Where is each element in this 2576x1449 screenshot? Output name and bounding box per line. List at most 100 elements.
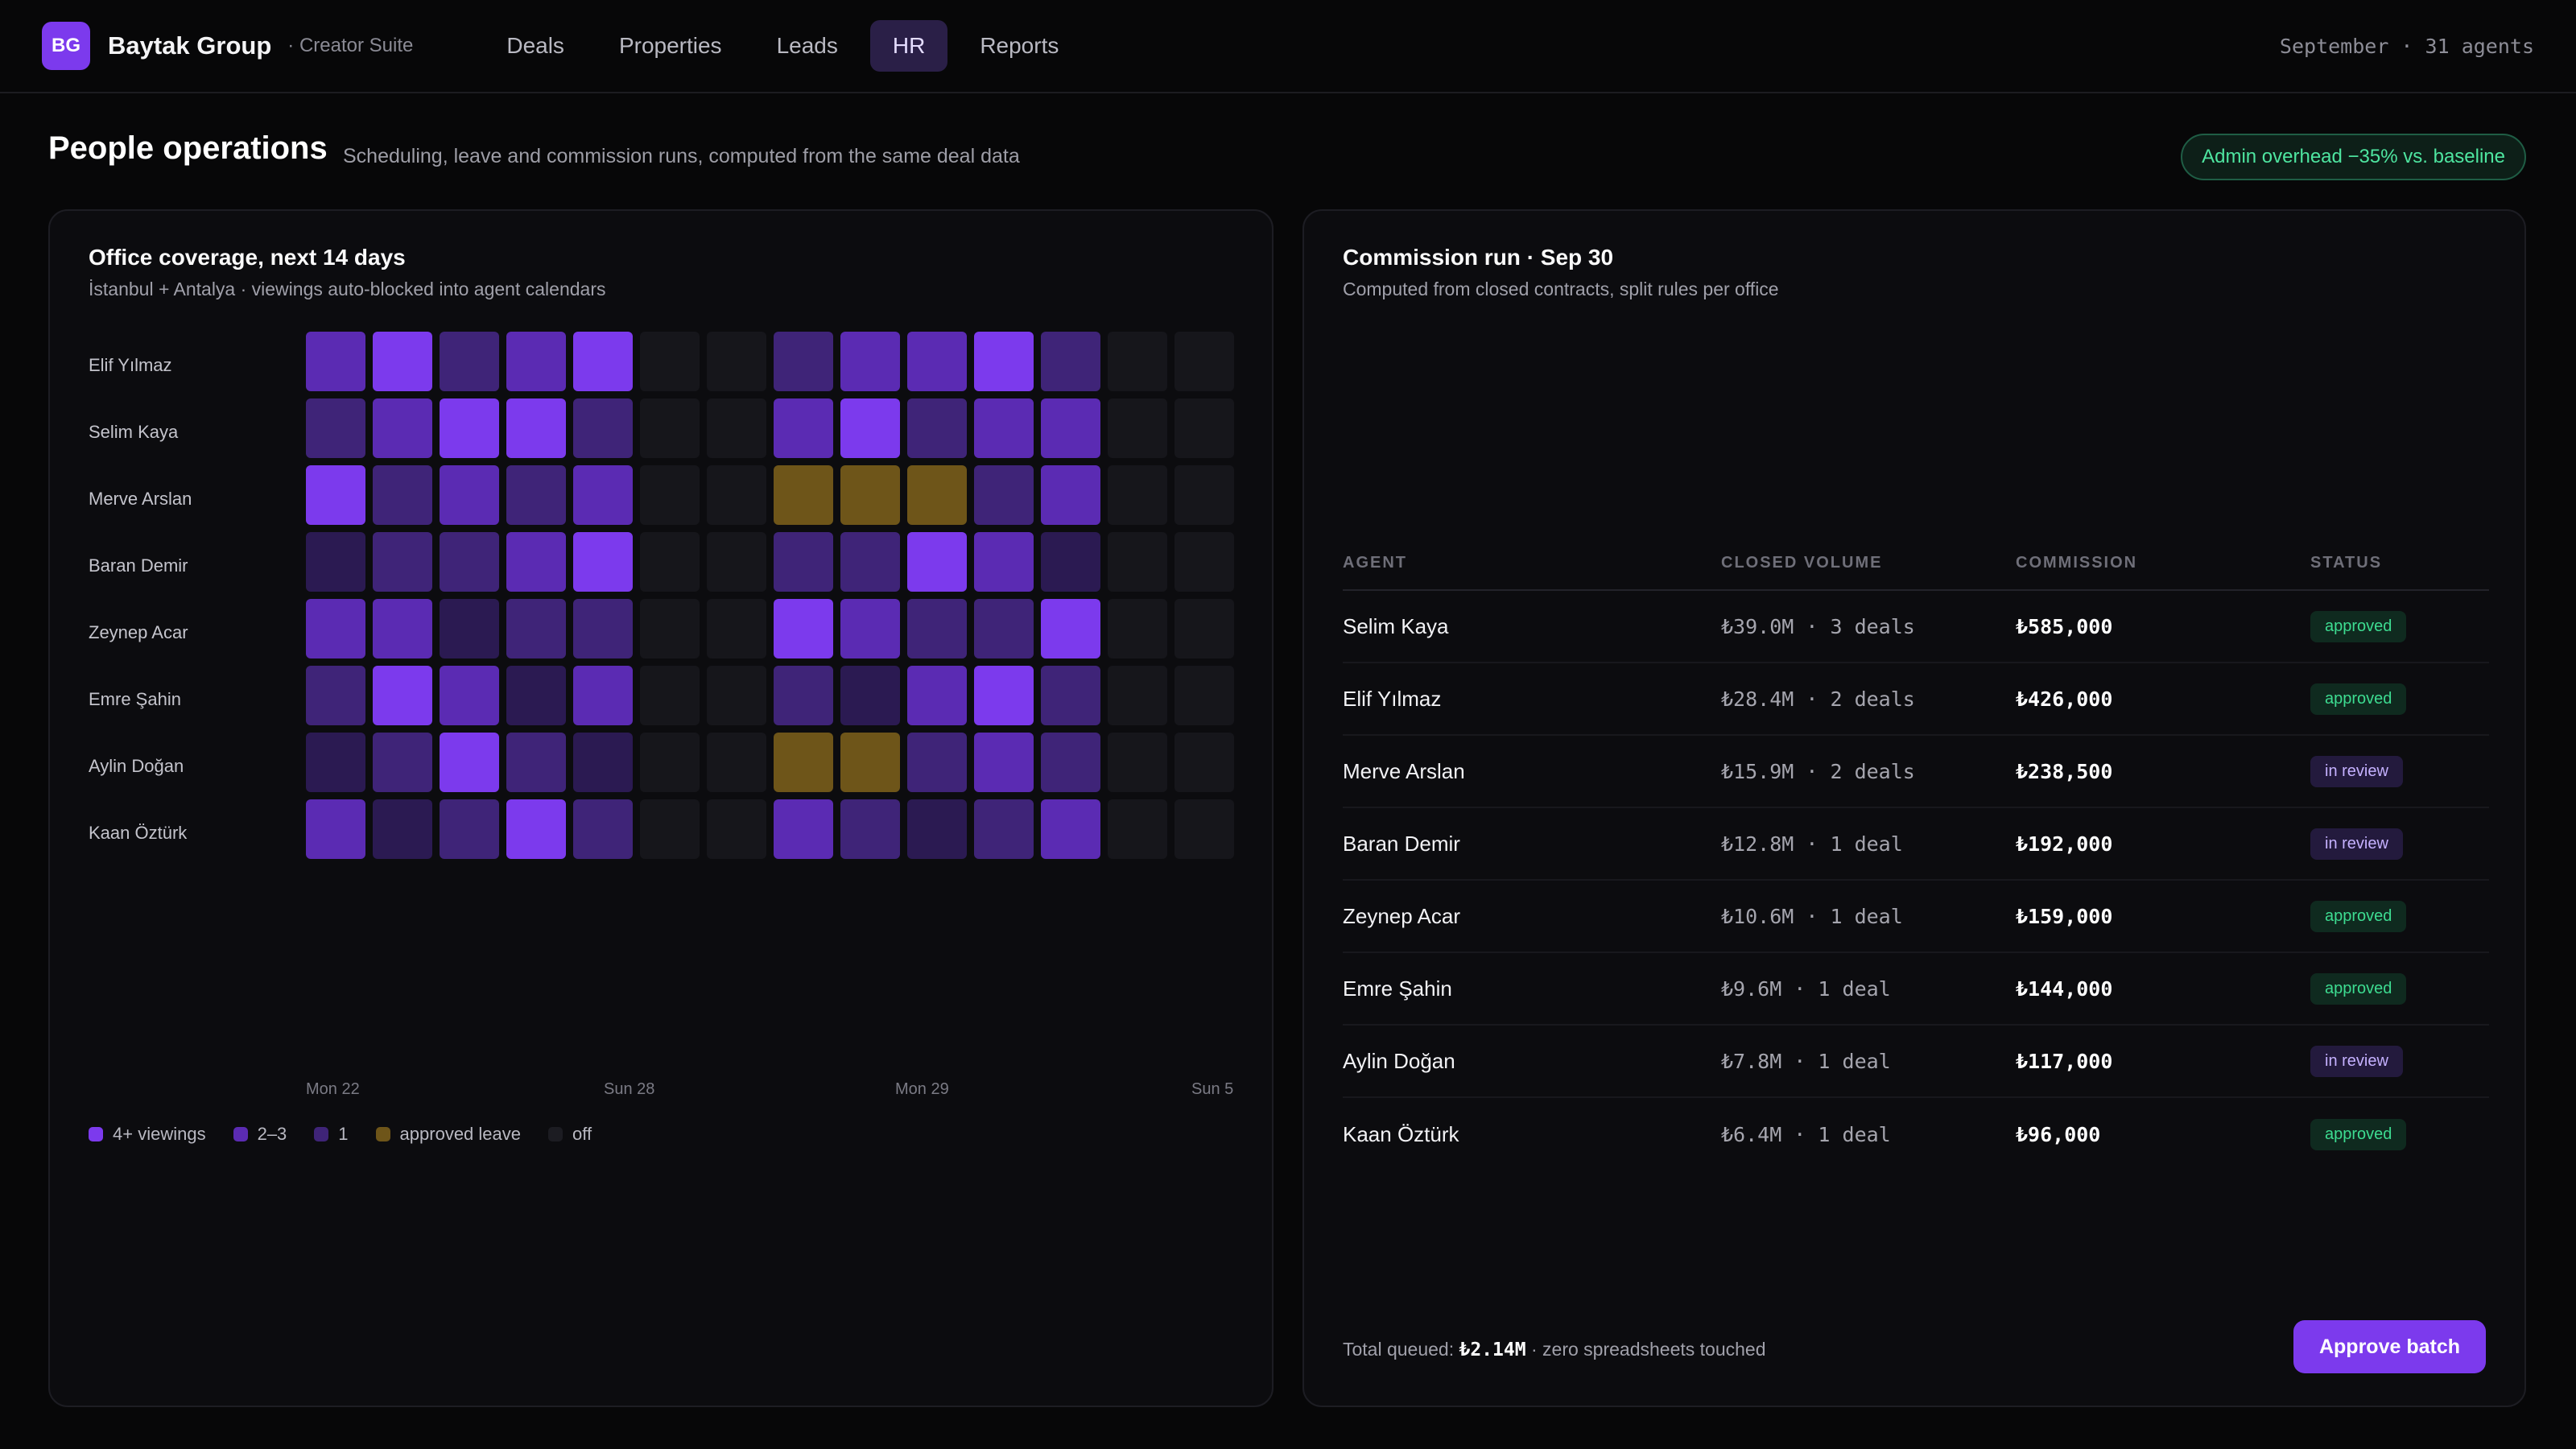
coverage-cell[interactable] — [306, 666, 365, 725]
coverage-cell[interactable] — [1108, 332, 1167, 391]
coverage-cell[interactable] — [640, 599, 700, 658]
coverage-cell[interactable] — [506, 398, 566, 458]
coverage-cell[interactable] — [707, 733, 766, 792]
coverage-cell[interactable] — [640, 532, 700, 592]
coverage-cell[interactable] — [306, 599, 365, 658]
coverage-cell[interactable] — [440, 332, 499, 391]
coverage-cell[interactable] — [774, 532, 833, 592]
coverage-cell[interactable] — [974, 733, 1034, 792]
coverage-cell[interactable] — [306, 799, 365, 859]
coverage-cell[interactable] — [573, 599, 633, 658]
coverage-cell[interactable] — [840, 666, 900, 725]
coverage-cell[interactable] — [840, 398, 900, 458]
column-header-commission[interactable]: COMMISSION — [2016, 554, 2310, 572]
coverage-cell[interactable] — [506, 599, 566, 658]
coverage-cell[interactable] — [840, 799, 900, 859]
coverage-cell[interactable] — [306, 398, 365, 458]
coverage-cell[interactable] — [907, 465, 967, 525]
coverage-cell[interactable] — [774, 465, 833, 525]
coverage-cell[interactable] — [440, 532, 499, 592]
nav-tab-deals[interactable]: Deals — [484, 20, 587, 72]
table-row[interactable]: Kaan Öztürk ₺6.4M · 1 deal ₺96,000 approved — [1343, 1098, 2489, 1170]
coverage-cell[interactable] — [907, 733, 967, 792]
coverage-cell[interactable] — [907, 599, 967, 658]
coverage-cell[interactable] — [774, 799, 833, 859]
coverage-cell[interactable] — [573, 532, 633, 592]
coverage-cell[interactable] — [373, 398, 432, 458]
coverage-cell[interactable] — [573, 799, 633, 859]
table-row[interactable]: Merve Arslan ₺15.9M · 2 deals ₺238,500 in r… — [1343, 736, 2489, 808]
coverage-cell[interactable] — [974, 799, 1034, 859]
coverage-cell[interactable] — [573, 398, 633, 458]
coverage-cell[interactable] — [440, 465, 499, 525]
coverage-cell[interactable] — [640, 465, 700, 525]
coverage-cell[interactable] — [840, 465, 900, 525]
coverage-cell[interactable] — [774, 666, 833, 725]
coverage-cell[interactable] — [840, 332, 900, 391]
coverage-cell[interactable] — [573, 332, 633, 391]
coverage-cell[interactable] — [640, 799, 700, 859]
coverage-cell[interactable] — [1041, 599, 1100, 658]
table-row[interactable]: Baran Demir ₺12.8M · 1 deal ₺192,000 in rev… — [1343, 808, 2489, 881]
coverage-cell[interactable] — [774, 332, 833, 391]
coverage-cell[interactable] — [506, 799, 566, 859]
coverage-cell[interactable] — [707, 398, 766, 458]
coverage-cell[interactable] — [306, 465, 365, 525]
coverage-cell[interactable] — [440, 599, 499, 658]
coverage-cell[interactable] — [1174, 465, 1234, 525]
coverage-cell[interactable] — [907, 398, 967, 458]
coverage-cell[interactable] — [1108, 532, 1167, 592]
coverage-cell[interactable] — [907, 666, 967, 725]
coverage-cell[interactable] — [440, 398, 499, 458]
coverage-cell[interactable] — [440, 666, 499, 725]
coverage-cell[interactable] — [1041, 532, 1100, 592]
coverage-cell[interactable] — [373, 599, 432, 658]
nav-tab-reports[interactable]: Reports — [957, 20, 1081, 72]
coverage-cell[interactable] — [974, 398, 1034, 458]
coverage-cell[interactable] — [707, 799, 766, 859]
coverage-cell[interactable] — [840, 599, 900, 658]
coverage-cell[interactable] — [440, 799, 499, 859]
coverage-cell[interactable] — [373, 666, 432, 725]
coverage-cell[interactable] — [1174, 599, 1234, 658]
coverage-cell[interactable] — [707, 599, 766, 658]
coverage-cell[interactable] — [840, 733, 900, 792]
coverage-cell[interactable] — [707, 465, 766, 525]
coverage-cell[interactable] — [774, 599, 833, 658]
coverage-cell[interactable] — [707, 666, 766, 725]
coverage-cell[interactable] — [907, 532, 967, 592]
brand-logo[interactable]: BG — [42, 22, 90, 70]
column-header-agent[interactable]: AGENT — [1343, 554, 1721, 572]
nav-tab-properties[interactable]: Properties — [597, 20, 745, 72]
coverage-cell[interactable] — [373, 465, 432, 525]
coverage-cell[interactable] — [1174, 532, 1234, 592]
coverage-cell[interactable] — [573, 666, 633, 725]
coverage-cell[interactable] — [373, 799, 432, 859]
coverage-cell[interactable] — [1041, 465, 1100, 525]
table-row[interactable]: Zeynep Acar ₺10.6M · 1 deal ₺159,000 approv… — [1343, 881, 2489, 953]
coverage-cell[interactable] — [1108, 465, 1167, 525]
nav-tab-leads[interactable]: Leads — [754, 20, 861, 72]
coverage-cell[interactable] — [1041, 332, 1100, 391]
coverage-cell[interactable] — [506, 332, 566, 391]
coverage-cell[interactable] — [1108, 733, 1167, 792]
coverage-cell[interactable] — [1108, 799, 1167, 859]
table-row[interactable]: Elif Yılmaz ₺28.4M · 2 deals ₺426,000 appro… — [1343, 663, 2489, 736]
nav-tab-hr[interactable]: HR — [869, 20, 948, 72]
coverage-cell[interactable] — [373, 532, 432, 592]
coverage-cell[interactable] — [306, 532, 365, 592]
coverage-cell[interactable] — [907, 332, 967, 391]
coverage-cell[interactable] — [1041, 666, 1100, 725]
coverage-cell[interactable] — [1174, 799, 1234, 859]
coverage-cell[interactable] — [1174, 332, 1234, 391]
coverage-cell[interactable] — [506, 666, 566, 725]
coverage-cell[interactable] — [1174, 398, 1234, 458]
coverage-cell[interactable] — [640, 398, 700, 458]
coverage-cell[interactable] — [774, 733, 833, 792]
approve-batch-button[interactable]: Approve batch — [2293, 1320, 2486, 1373]
coverage-cell[interactable] — [1174, 733, 1234, 792]
coverage-cell[interactable] — [707, 532, 766, 592]
coverage-cell[interactable] — [640, 733, 700, 792]
coverage-cell[interactable] — [1041, 398, 1100, 458]
coverage-cell[interactable] — [640, 332, 700, 391]
